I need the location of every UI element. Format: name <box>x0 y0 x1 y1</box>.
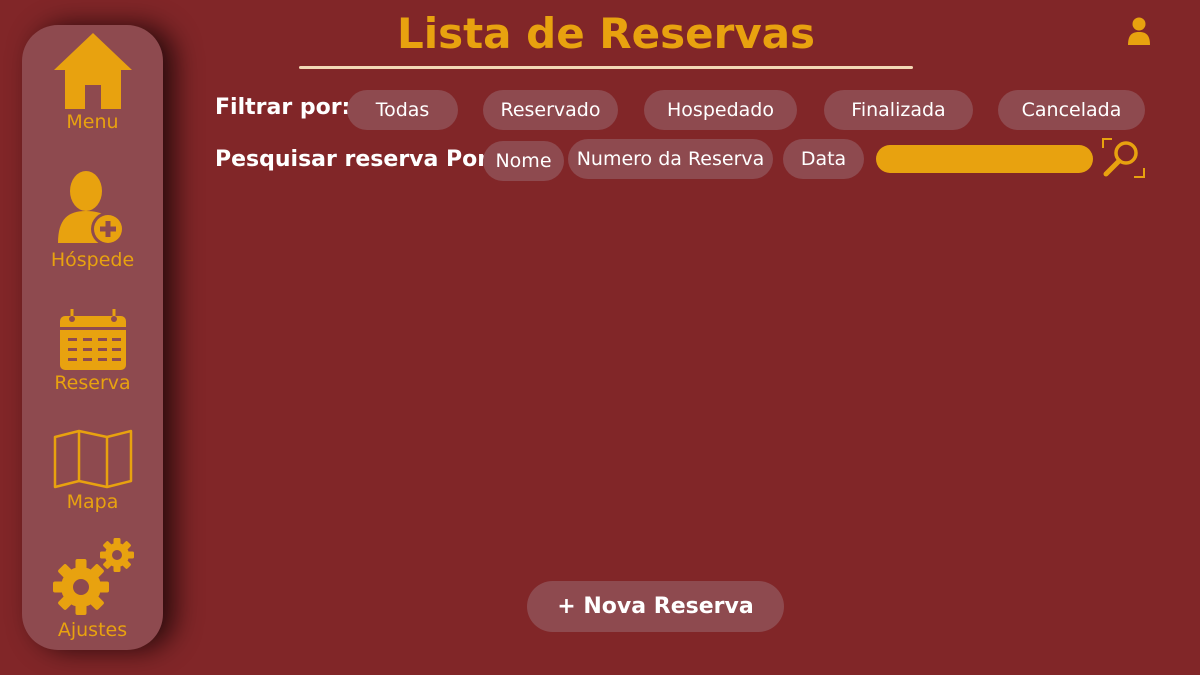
filter-finalizada[interactable]: Finalizada <box>824 90 973 130</box>
search-label: Pesquisar reserva Por: <box>215 147 497 172</box>
home-icon <box>53 33 132 109</box>
filter-cancelada[interactable]: Cancelada <box>998 90 1145 130</box>
gears-icon <box>52 538 134 615</box>
calendar-icon <box>59 309 126 370</box>
add-guest-icon <box>57 171 125 246</box>
sidebar-item-mapa[interactable]: Mapa <box>22 429 163 513</box>
search-by-data[interactable]: Data <box>783 139 864 179</box>
page-title: Lista de Reservas <box>396 9 816 58</box>
filter-label: Filtrar por: <box>215 95 351 120</box>
title-divider <box>299 66 913 69</box>
sidebar-item-label: Hóspede <box>50 249 135 271</box>
sidebar-item-label: Mapa <box>66 491 119 513</box>
filter-hospedado[interactable]: Hospedado <box>644 90 797 130</box>
search-input[interactable] <box>876 145 1093 173</box>
new-reservation-button[interactable]: + Nova Reserva <box>527 581 784 632</box>
map-icon <box>53 429 132 489</box>
sidebar-item-ajustes[interactable]: Ajustes <box>22 537 163 641</box>
filter-reservado[interactable]: Reservado <box>483 90 618 130</box>
sidebar-item-label: Ajustes <box>57 619 128 641</box>
sidebar-item-hospede[interactable]: Hóspede <box>22 171 163 271</box>
sidebar-item-menu[interactable]: Menu <box>22 33 163 133</box>
search-by-numero[interactable]: Numero da Reserva <box>568 139 773 179</box>
sidebar-item-label: Menu <box>66 111 119 133</box>
sidebar: Menu Hóspede Reserva Mapa Ajustes <box>22 25 163 650</box>
sidebar-item-reserva[interactable]: Reserva <box>22 308 163 394</box>
search-by-nome[interactable]: Nome <box>483 141 564 181</box>
filter-todas[interactable]: Todas <box>347 90 458 130</box>
user-icon[interactable] <box>1127 17 1151 45</box>
sidebar-item-label: Reserva <box>54 372 131 394</box>
search-icon[interactable] <box>1100 136 1146 180</box>
